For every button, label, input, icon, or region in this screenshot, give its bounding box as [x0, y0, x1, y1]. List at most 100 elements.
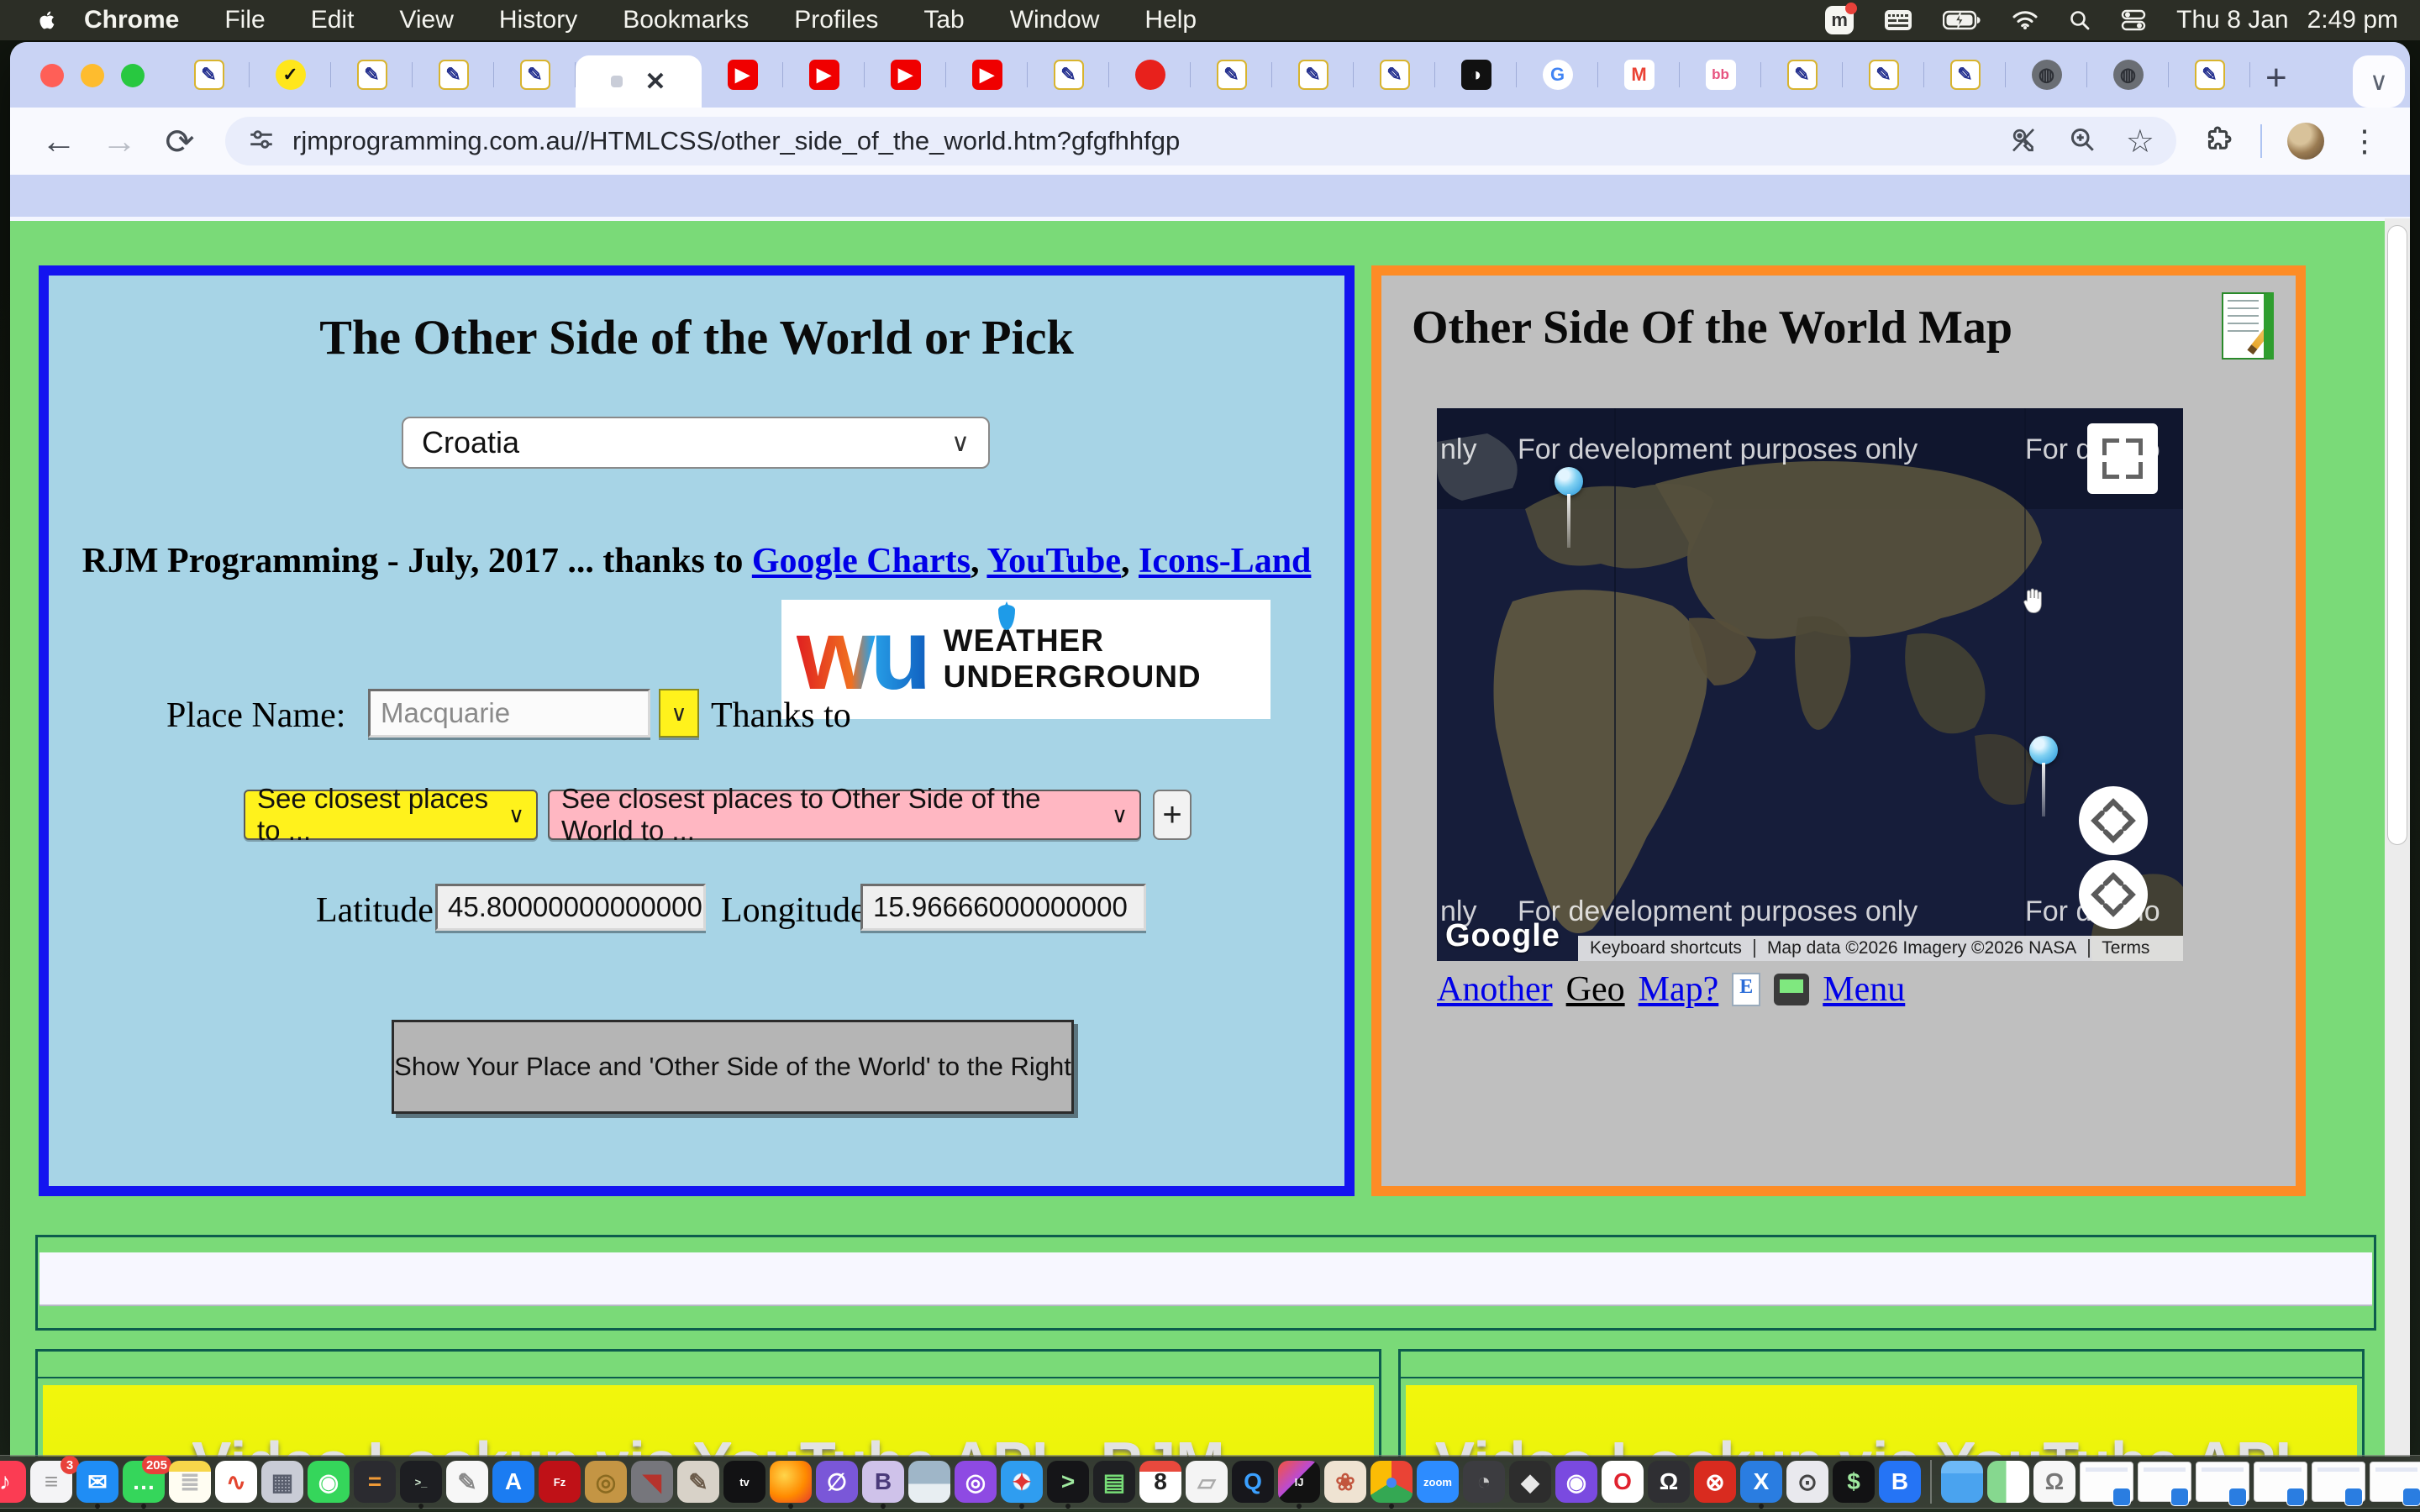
- control-center-icon[interactable]: [2121, 9, 2146, 31]
- weather-underground-logo[interactable]: wu WEATHER UNDERGROUND: [781, 600, 1270, 719]
- map-marker-antipode[interactable]: [2029, 736, 2058, 764]
- dock-terminal-3-icon[interactable]: ▤: [1093, 1461, 1135, 1503]
- dock-preview-icon[interactable]: [908, 1461, 950, 1503]
- google-charts-link[interactable]: Google Charts: [752, 542, 971, 580]
- dock-firefox-icon[interactable]: [770, 1461, 812, 1503]
- password-manager-off-icon[interactable]: [2008, 124, 2039, 159]
- tab-youtube[interactable]: ▶: [783, 42, 865, 108]
- dock-inkscape-icon[interactable]: ◆: [1509, 1461, 1551, 1503]
- dock-safari-icon[interactable]: ✦: [1001, 1461, 1043, 1503]
- dock-filezilla-icon[interactable]: Fz: [539, 1461, 581, 1503]
- minimized-window-thumbnail[interactable]: [2254, 1462, 2307, 1502]
- site-settings-icon[interactable]: [247, 125, 276, 158]
- menu-history[interactable]: History: [476, 6, 600, 34]
- tab-chrome[interactable]: ◍: [2087, 42, 2169, 108]
- url-text[interactable]: rjmprogramming.com.au//HTMLCSS/other_sid…: [292, 126, 2008, 156]
- keyboard-icon[interactable]: [1884, 9, 1912, 31]
- closest-places-other-side-select[interactable]: See closest places to Other Side of the …: [548, 790, 1141, 840]
- dock-mail-icon[interactable]: ✉: [76, 1461, 118, 1503]
- document-icon[interactable]: [1732, 973, 1760, 1006]
- zoom-page-icon[interactable]: [2067, 124, 2097, 159]
- active-tab[interactable]: ✕: [576, 55, 702, 108]
- tab-rjm[interactable]: ✎: [1924, 42, 2006, 108]
- dock-molar-2-icon[interactable]: Ω: [2033, 1461, 2075, 1503]
- notepad-edit-icon[interactable]: [2222, 292, 2274, 360]
- google-logo[interactable]: Google: [1445, 918, 1560, 954]
- tab-gmail[interactable]: M: [1598, 42, 1680, 108]
- menu-help[interactable]: Help: [1122, 6, 1219, 34]
- longitude-input[interactable]: 15.96666000000000: [860, 884, 1146, 931]
- dock-stocks-icon[interactable]: ∿: [215, 1461, 257, 1503]
- dock-xcode-icon[interactable]: X: [1740, 1461, 1782, 1503]
- tab-record[interactable]: [1109, 42, 1191, 108]
- dock-intellij-icon[interactable]: IJ: [1278, 1461, 1320, 1503]
- map-pan-control-upper[interactable]: [2079, 786, 2148, 855]
- gps-device-icon[interactable]: [1774, 974, 1809, 1005]
- scrollbar-thumb[interactable]: [2387, 225, 2407, 845]
- icons-land-link[interactable]: Icons-Land: [1139, 542, 1311, 580]
- dock-notes-icon[interactable]: ≣: [169, 1461, 211, 1503]
- minimized-window-thumbnail[interactable]: [2312, 1462, 2365, 1502]
- menu-edit[interactable]: Edit: [288, 6, 377, 34]
- dock-launchpad-icon[interactable]: ▦: [261, 1461, 303, 1503]
- tab-rjm[interactable]: ✎: [1028, 42, 1109, 108]
- dock-accessibility-icon[interactable]: ⊙: [1786, 1461, 1828, 1503]
- tab-check[interactable]: ✓: [250, 42, 331, 108]
- dock-textedit-icon[interactable]: ✎: [446, 1461, 488, 1503]
- closest-places-select[interactable]: See closest places to ... ∨: [244, 790, 538, 840]
- dock-window-green-icon[interactable]: [1987, 1461, 2029, 1503]
- dock-pages-icon[interactable]: ▱: [1186, 1461, 1228, 1503]
- dock-tv-icon[interactable]: tv: [723, 1461, 765, 1503]
- dock-chrome-icon[interactable]: ●: [1370, 1461, 1413, 1503]
- minimize-window-button[interactable]: [81, 64, 104, 87]
- tab-rjm[interactable]: ✎: [1761, 42, 1843, 108]
- tab-rjm[interactable]: ✎: [2169, 42, 2250, 108]
- dock-molar-icon[interactable]: Ω: [1648, 1461, 1690, 1503]
- dock-terminal-4-icon[interactable]: $: [1833, 1461, 1875, 1503]
- menu-tab[interactable]: Tab: [901, 6, 986, 34]
- dock-appstore-icon[interactable]: A: [492, 1461, 534, 1503]
- page-scrollbar[interactable]: [2385, 218, 2410, 1457]
- menu-profiles[interactable]: Profiles: [771, 6, 901, 34]
- dock-app-purple-icon[interactable]: ◉: [1555, 1461, 1597, 1503]
- dock-gimp-icon[interactable]: ✎: [677, 1461, 719, 1503]
- tab-britbox[interactable]: bb: [1680, 42, 1761, 108]
- place-name-dropdown-button[interactable]: ∨: [659, 689, 699, 738]
- wifi-icon[interactable]: [2012, 10, 2039, 30]
- tab-search-chevron[interactable]: ∨: [2353, 55, 2405, 108]
- spotlight-search-icon[interactable]: [2069, 9, 2091, 31]
- minimized-window-thumbnail[interactable]: [2196, 1462, 2249, 1502]
- dock-dial-icon[interactable]: ◔: [1463, 1461, 1505, 1503]
- keyboard-shortcuts-link[interactable]: Keyboard shortcuts: [1578, 938, 1754, 958]
- dock-facetime-icon[interactable]: ◉: [308, 1461, 350, 1503]
- dock-bluetooth-icon[interactable]: B: [1879, 1461, 1921, 1503]
- add-button[interactable]: +: [1153, 790, 1192, 840]
- address-bar[interactable]: rjmprogramming.com.au//HTMLCSS/other_sid…: [225, 117, 2176, 165]
- dock-calendar-icon[interactable]: 8: [1139, 1461, 1181, 1503]
- map-question-link[interactable]: Map?: [1639, 969, 1719, 1010]
- tab-rjm[interactable]: ✎: [168, 42, 250, 108]
- dock-calculator-icon[interactable]: =: [354, 1461, 396, 1503]
- menubar-clock[interactable]: 2:49 pm: [2307, 6, 2398, 34]
- menu-chrome[interactable]: Chrome: [59, 6, 202, 34]
- extensions-puzzle-icon[interactable]: [2203, 123, 2235, 160]
- tab-rjm[interactable]: ✎: [1272, 42, 1354, 108]
- map-fullscreen-button[interactable]: [2087, 423, 2158, 494]
- dock-opera-icon[interactable]: O: [1602, 1461, 1644, 1503]
- dock-music-icon[interactable]: ♪: [0, 1461, 26, 1503]
- dock-gold-app-icon[interactable]: ◎: [585, 1461, 627, 1503]
- profile-avatar[interactable]: [2287, 123, 2324, 160]
- tab-rjm[interactable]: ✎: [494, 42, 576, 108]
- map-marker-place[interactable]: [1555, 467, 1583, 496]
- bookmark-star-icon[interactable]: ☆: [2126, 123, 2154, 160]
- dock-folder-downloads-icon[interactable]: [1941, 1461, 1983, 1503]
- menu-view[interactable]: View: [376, 6, 476, 34]
- tab-rjm[interactable]: ✎: [331, 42, 413, 108]
- minimized-window-thumbnail[interactable]: [2080, 1462, 2133, 1502]
- chrome-menu-icon[interactable]: ⋮: [2349, 123, 2388, 159]
- tab-youtube[interactable]: ▶: [946, 42, 1028, 108]
- menu-bookmarks[interactable]: Bookmarks: [600, 6, 771, 34]
- menubar-date[interactable]: Thu 8 Jan: [2176, 6, 2288, 34]
- map-pan-control-lower[interactable]: [2079, 860, 2148, 929]
- dock-bbedit-icon[interactable]: B: [862, 1461, 904, 1503]
